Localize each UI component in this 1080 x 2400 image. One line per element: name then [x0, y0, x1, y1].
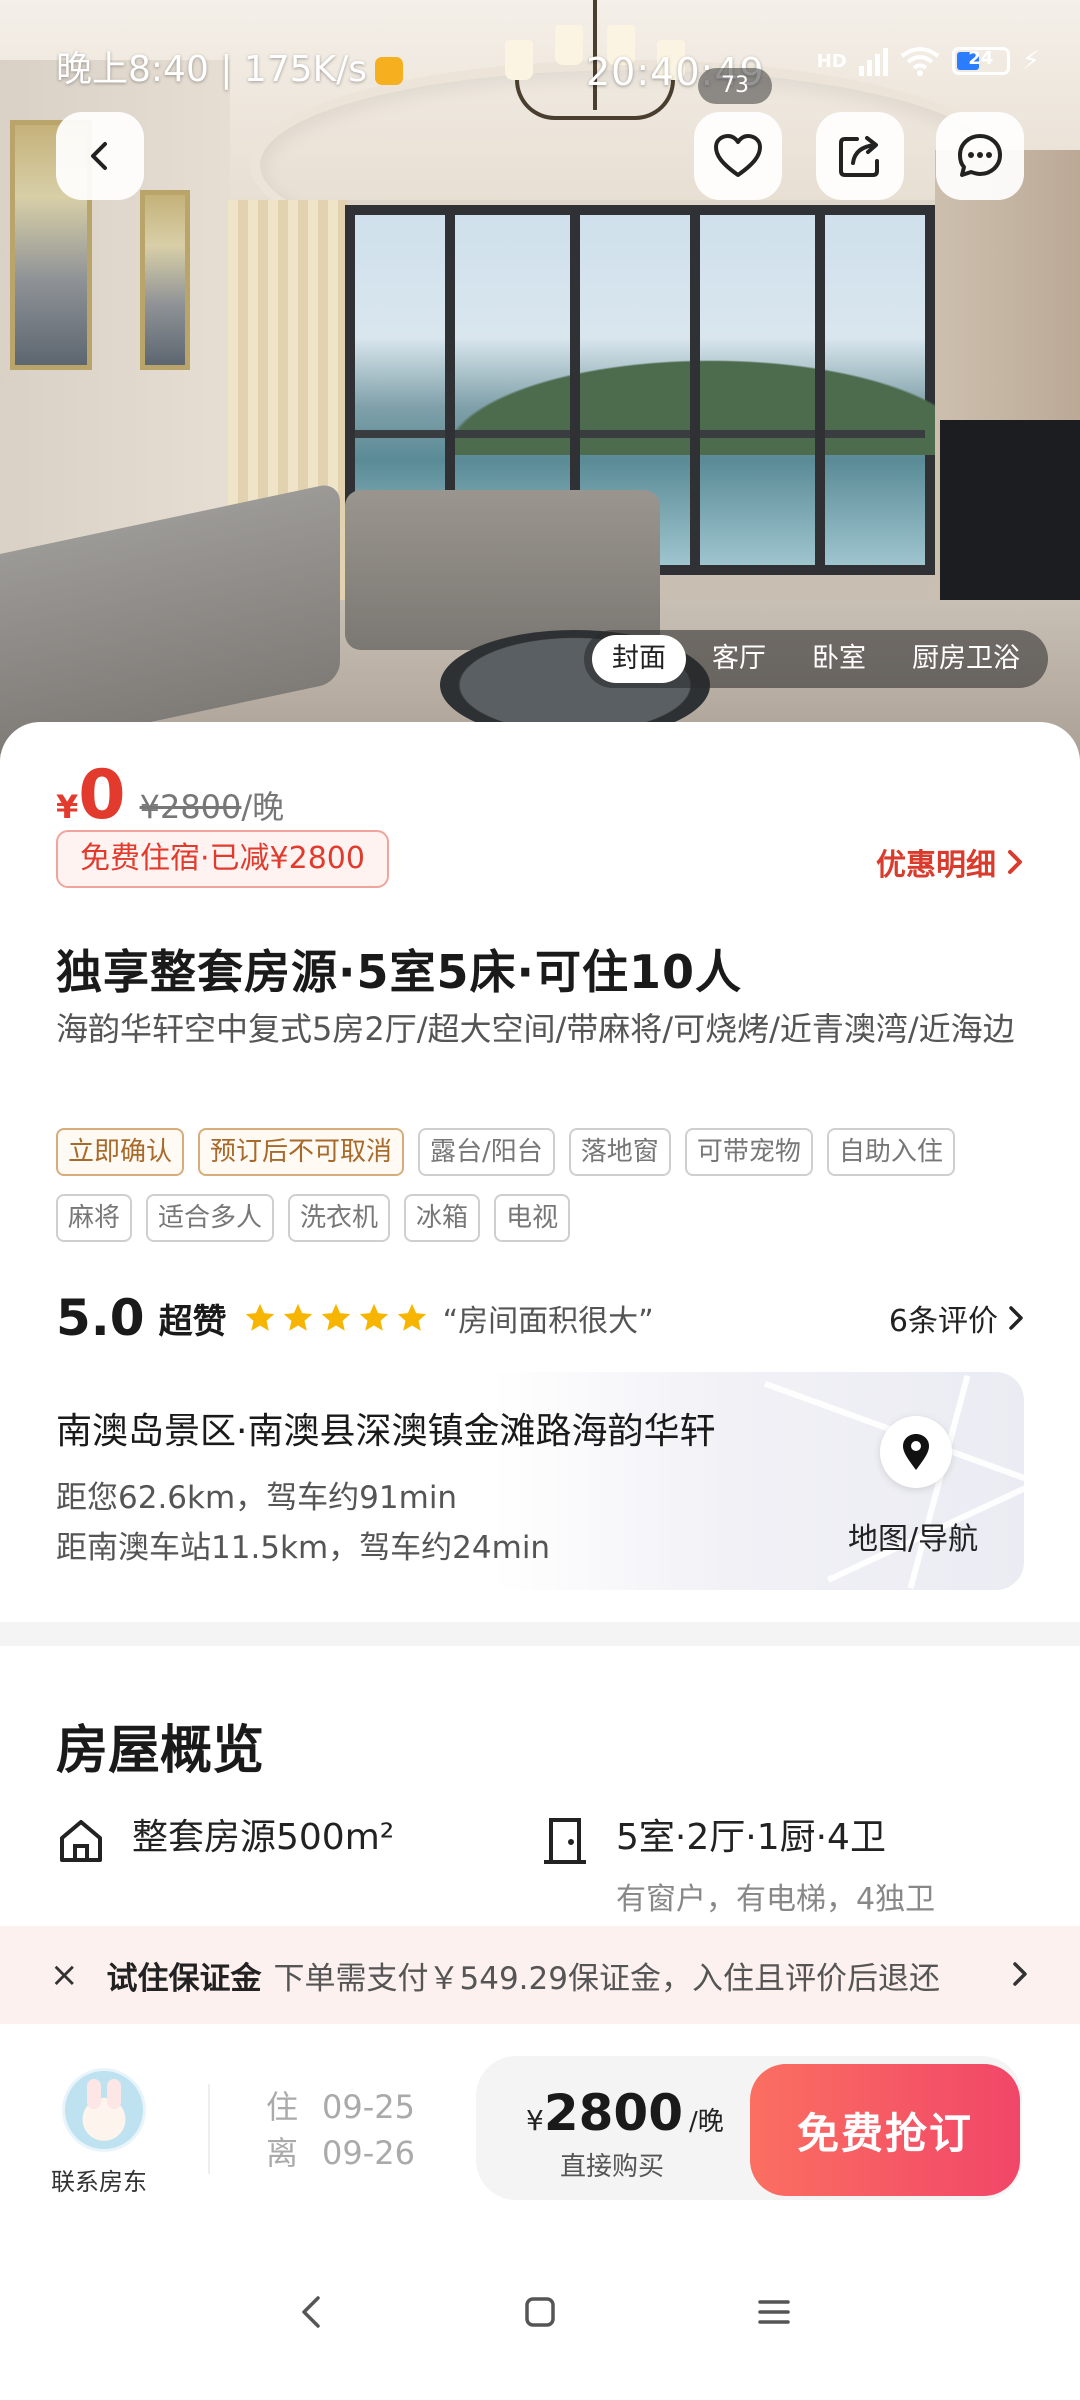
listing-subtitle: 海韵华轩空中复式5房2厅/超大空间/带麻将/可烧烤/近青澳湾/近海边 [56, 1010, 1015, 1048]
overview-heading: 房屋概览 [56, 1721, 265, 1781]
stay-dates[interactable]: 住 09-25 离 09-26 [266, 2084, 439, 2176]
distance-from-user: 距您62.6km，驾车约91min [56, 1480, 458, 1516]
star-icon [397, 1303, 426, 1331]
bottom-action-bar: 联系房东 住 09-25 离 09-26 ¥ 2800 /晚 直接购买 免费抢订 [0, 2024, 1080, 2244]
star-icon [283, 1303, 312, 1331]
deposit-description: 下单需支付￥549.29保证金，入住且评价后退还 [273, 1960, 940, 1997]
house-overview-section: 房屋概览 整套房源500m² 5室·2厅·1厨·4卫 有窗户，有电梯，4独卫 [0, 1646, 1080, 1946]
chat-button[interactable] [936, 112, 1024, 200]
checkin-date: 09-25 [322, 2088, 415, 2126]
wifi-icon [900, 47, 939, 76]
tab-bedroom[interactable]: 卧室 [792, 635, 886, 683]
deposit-label: 试住保证金 [106, 1960, 262, 1997]
promo-badge: 免费住宿·已减¥2800 [56, 830, 389, 888]
photo-category-tabs: 封面 客厅 卧室 厨房卫浴 [584, 630, 1048, 688]
battery-icon: 24 [951, 47, 1010, 75]
tag: 露台/阳台 [418, 1128, 555, 1176]
tag-non-refundable: 预订后不可取消 [198, 1128, 405, 1176]
current-price: 0 [78, 756, 126, 835]
map-pin-button[interactable] [880, 1416, 952, 1488]
app-notification-icon [375, 57, 404, 85]
chevron-right-icon [1013, 1962, 1027, 1986]
status-badge: 73 [698, 68, 772, 104]
checkout-label: 离 [266, 2134, 299, 2172]
nav-menu-icon[interactable] [756, 2292, 792, 2332]
photo-tv [940, 420, 1080, 620]
checkout-date: 09-26 [322, 2134, 415, 2172]
chevron-right-icon [1008, 850, 1022, 874]
tag: 洗衣机 [288, 1194, 391, 1242]
share-button[interactable] [816, 112, 904, 200]
listing-card: ¥ 0 ¥2800/晚 免费住宿·已减¥2800 优惠明细 独享整套房源·5室5… [0, 722, 1080, 1622]
discount-detail-link[interactable]: 优惠明细 [876, 840, 1024, 884]
star-icon [321, 1303, 350, 1331]
tag-instant-confirm: 立即确认 [56, 1128, 185, 1176]
direct-buy-price: ¥ 2800 /晚 [526, 2084, 724, 2142]
overview-rooms-text: 5室·2厅·1厨·4卫 [616, 1817, 886, 1858]
location-card[interactable]: 南澳岛景区·南澳县深澳镇金滩路海韵华轩 距您62.6km，驾车约91min 距南… [56, 1372, 1024, 1590]
share-icon [839, 136, 879, 177]
star-icon [245, 1303, 274, 1331]
map-pin-icon [903, 1434, 929, 1470]
hd-icon: HD [816, 50, 847, 72]
free-book-button[interactable]: 免费抢订 [750, 2064, 1020, 2196]
overview-area: 整套房源500m² [56, 1816, 394, 1866]
divider [208, 2084, 210, 2174]
overview-area-text: 整套房源500m² [132, 1817, 395, 1858]
rating-row[interactable]: 5.0 超赞 “房间面积很大” 6条评价 [56, 1288, 1024, 1348]
overview-rooms: 5室·2厅·1厨·4卫 有窗户，有电梯，4独卫 [540, 1816, 935, 1918]
rating-level: 超赞 [158, 1301, 227, 1342]
address-text: 南澳岛景区·南澳县深澳镇金滩路海韵华轩 [56, 1411, 716, 1452]
back-icon [91, 142, 107, 170]
photo-painting [140, 190, 190, 370]
chevron-right-icon [1009, 1306, 1023, 1330]
overview-rooms-sub: 有窗户，有电梯，4独卫 [616, 1882, 936, 1917]
chat-icon [958, 134, 1002, 177]
nav-back-icon[interactable] [296, 2292, 326, 2332]
close-icon[interactable]: × [50, 1955, 79, 1995]
price-currency: ¥ [56, 788, 79, 826]
system-nav-bar [0, 2244, 1080, 2400]
checkin-label: 住 [266, 2088, 299, 2126]
rating-stars [243, 1301, 429, 1335]
back-button[interactable] [56, 112, 144, 200]
star-icon [359, 1303, 388, 1331]
contact-host-button[interactable]: 联系房东 [51, 2068, 152, 2197]
listing-title: 独享整套房源·5室5床·可住10人 [56, 945, 742, 999]
tag: 落地窗 [568, 1128, 671, 1176]
tab-kitchen-bath[interactable]: 厨房卫浴 [892, 635, 1040, 683]
contact-host-label: 联系房东 [51, 2168, 147, 2196]
original-price: ¥2800/晚 [139, 788, 285, 826]
status-bar: 晚上8:40 | 175K/s 20:40:49 73 HD 24 ⚡ [0, 30, 1080, 104]
signal-icon [858, 46, 888, 76]
nav-home-icon[interactable] [522, 2292, 558, 2332]
door-icon [544, 1818, 586, 1864]
house-icon [60, 1820, 102, 1862]
deposit-banner[interactable]: × 试住保证金 下单需支付￥549.29保证金，入住且评价后退还 [0, 1926, 1080, 2024]
status-icons: HD 24 ⚡ [817, 46, 1040, 76]
reviews-link[interactable]: 6条评价 [889, 1296, 1024, 1340]
favorite-button[interactable] [694, 112, 782, 200]
tag: 冰箱 [404, 1194, 481, 1242]
tag: 自助入住 [826, 1128, 955, 1176]
avatar [62, 2068, 146, 2152]
map-navigation-link[interactable]: 地图/导航 [848, 1514, 978, 1558]
tag: 适合多人 [146, 1194, 275, 1242]
direct-buy-label: 直接购买 [560, 2152, 665, 2182]
tag: 可带宠物 [684, 1128, 813, 1176]
heart-icon [714, 134, 762, 177]
tag: 麻将 [56, 1194, 133, 1242]
tab-cover[interactable]: 封面 [592, 635, 686, 683]
tab-living-room[interactable]: 客厅 [692, 635, 786, 683]
feature-tags: 立即确认 预订后不可取消 露台/阳台 落地窗 可带宠物 自助入住 麻将 适合多人… [56, 1128, 1036, 1242]
review-quote: “房间面积很大” [442, 1304, 654, 1339]
photo-sofa [345, 490, 660, 650]
charging-icon: ⚡ [1021, 46, 1040, 76]
tag: 电视 [494, 1194, 571, 1242]
rating-score: 5.0 [56, 1289, 145, 1347]
status-time-speed: 晚上8:40 | 175K/s [56, 40, 404, 92]
distance-from-station: 距南澳车站11.5km，驾车约24min [56, 1530, 551, 1566]
price-row: ¥ 0 ¥2800/晚 [56, 762, 284, 830]
